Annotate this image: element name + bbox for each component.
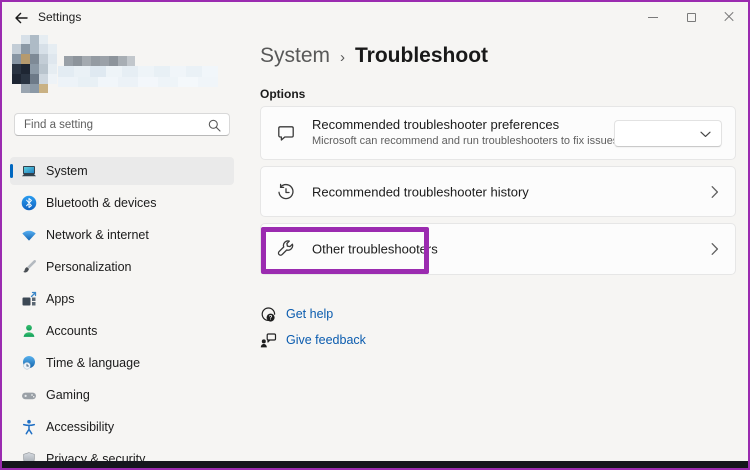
search-input[interactable] xyxy=(15,114,229,135)
accounts-icon xyxy=(21,323,37,339)
sidebar-item-network-internet[interactable]: Network & internet xyxy=(10,221,234,249)
history-icon xyxy=(276,182,296,202)
sidebar-item-accessibility[interactable]: Accessibility xyxy=(10,413,234,441)
section-label: Options xyxy=(260,87,305,101)
sidebar-item-label: Accounts xyxy=(46,317,97,345)
chevron-right-icon xyxy=(711,243,719,256)
close-button[interactable] xyxy=(710,2,748,32)
page-title: Troubleshoot xyxy=(355,44,488,68)
sidebar-item-gaming[interactable]: Gaming xyxy=(10,381,234,409)
sidebar-item-system[interactable]: System xyxy=(10,157,234,185)
breadcrumb-parent[interactable]: System xyxy=(260,44,330,68)
personalization-icon xyxy=(21,259,37,275)
minimize-icon xyxy=(648,17,658,18)
sidebar-item-label: Bluetooth & devices xyxy=(46,189,157,217)
time-language-icon xyxy=(21,355,37,371)
get-help-icon: ? xyxy=(260,306,277,323)
card-title: Recommended troubleshooter preferences xyxy=(312,117,559,132)
breadcrumb: System › Troubleshoot xyxy=(260,44,488,68)
sidebar-item-label: Network & internet xyxy=(46,221,149,249)
card-subtitle: Microsoft can recommend and run troubles… xyxy=(312,135,618,147)
search-box xyxy=(14,113,230,136)
card-other-troubleshooters[interactable]: Other troubleshooters xyxy=(260,223,736,275)
comment-icon xyxy=(276,123,296,143)
sidebar-item-label: System xyxy=(46,157,88,185)
sidebar-item-bluetooth-devices[interactable]: Bluetooth & devices xyxy=(10,189,234,217)
sidebar-item-label: Accessibility xyxy=(46,413,114,441)
bluetooth-icon xyxy=(21,195,37,211)
avatar-pixelated xyxy=(12,35,237,93)
system-icon xyxy=(21,163,37,179)
get-help-label: Get help xyxy=(286,307,333,321)
network-icon xyxy=(21,227,37,243)
sidebar-item-time-language[interactable]: Time & language xyxy=(10,349,234,377)
card-recommended-troubleshooter-history[interactable]: Recommended troubleshooter history xyxy=(260,166,736,217)
card-title: Other troubleshooters xyxy=(312,242,438,257)
settings-window: Settings xyxy=(0,0,750,470)
card-title: Recommended troubleshooter history xyxy=(312,184,529,199)
give-feedback-label: Give feedback xyxy=(286,333,366,347)
maximize-button[interactable] xyxy=(672,2,710,32)
sidebar-item-label: Personalization xyxy=(46,253,131,281)
sidebar-item-apps[interactable]: Apps xyxy=(10,285,234,313)
maximize-icon xyxy=(687,13,696,22)
chevron-down-icon xyxy=(700,131,711,138)
gaming-icon xyxy=(21,387,37,403)
window-title: Settings xyxy=(38,2,81,32)
wrench-icon xyxy=(276,239,296,259)
search-icon xyxy=(208,119,221,132)
apps-icon xyxy=(21,291,37,307)
give-feedback-icon xyxy=(260,332,277,349)
bottom-taskbar-strip xyxy=(2,461,748,468)
sidebar-item-personalization[interactable]: Personalization xyxy=(10,253,234,281)
chevron-right-icon xyxy=(711,185,719,198)
user-account-blurred xyxy=(12,35,237,93)
breadcrumb-separator-icon: › xyxy=(340,49,345,66)
selected-accent-bar xyxy=(10,164,13,178)
titlebar: Settings xyxy=(2,2,748,32)
minimize-button[interactable] xyxy=(634,2,672,32)
sidebar-item-label: Apps xyxy=(46,285,75,313)
preferences-dropdown[interactable] xyxy=(614,120,722,147)
sidebar-item-label: Time & language xyxy=(46,349,140,377)
sidebar-item-label: Gaming xyxy=(46,381,90,409)
back-button[interactable] xyxy=(12,9,30,27)
give-feedback-link[interactable]: Give feedback xyxy=(260,330,366,350)
svg-text:?: ? xyxy=(269,315,273,321)
accessibility-icon xyxy=(21,419,37,435)
close-icon xyxy=(723,11,735,23)
card-recommended-troubleshooter-preferences[interactable]: Recommended troubleshooter preferences M… xyxy=(260,106,736,160)
back-arrow-icon xyxy=(13,10,29,26)
sidebar-item-accounts[interactable]: Accounts xyxy=(10,317,234,345)
get-help-link[interactable]: ? Get help xyxy=(260,304,333,324)
sidebar-nav: System Bluetooth & devices Network & int… xyxy=(10,157,240,470)
